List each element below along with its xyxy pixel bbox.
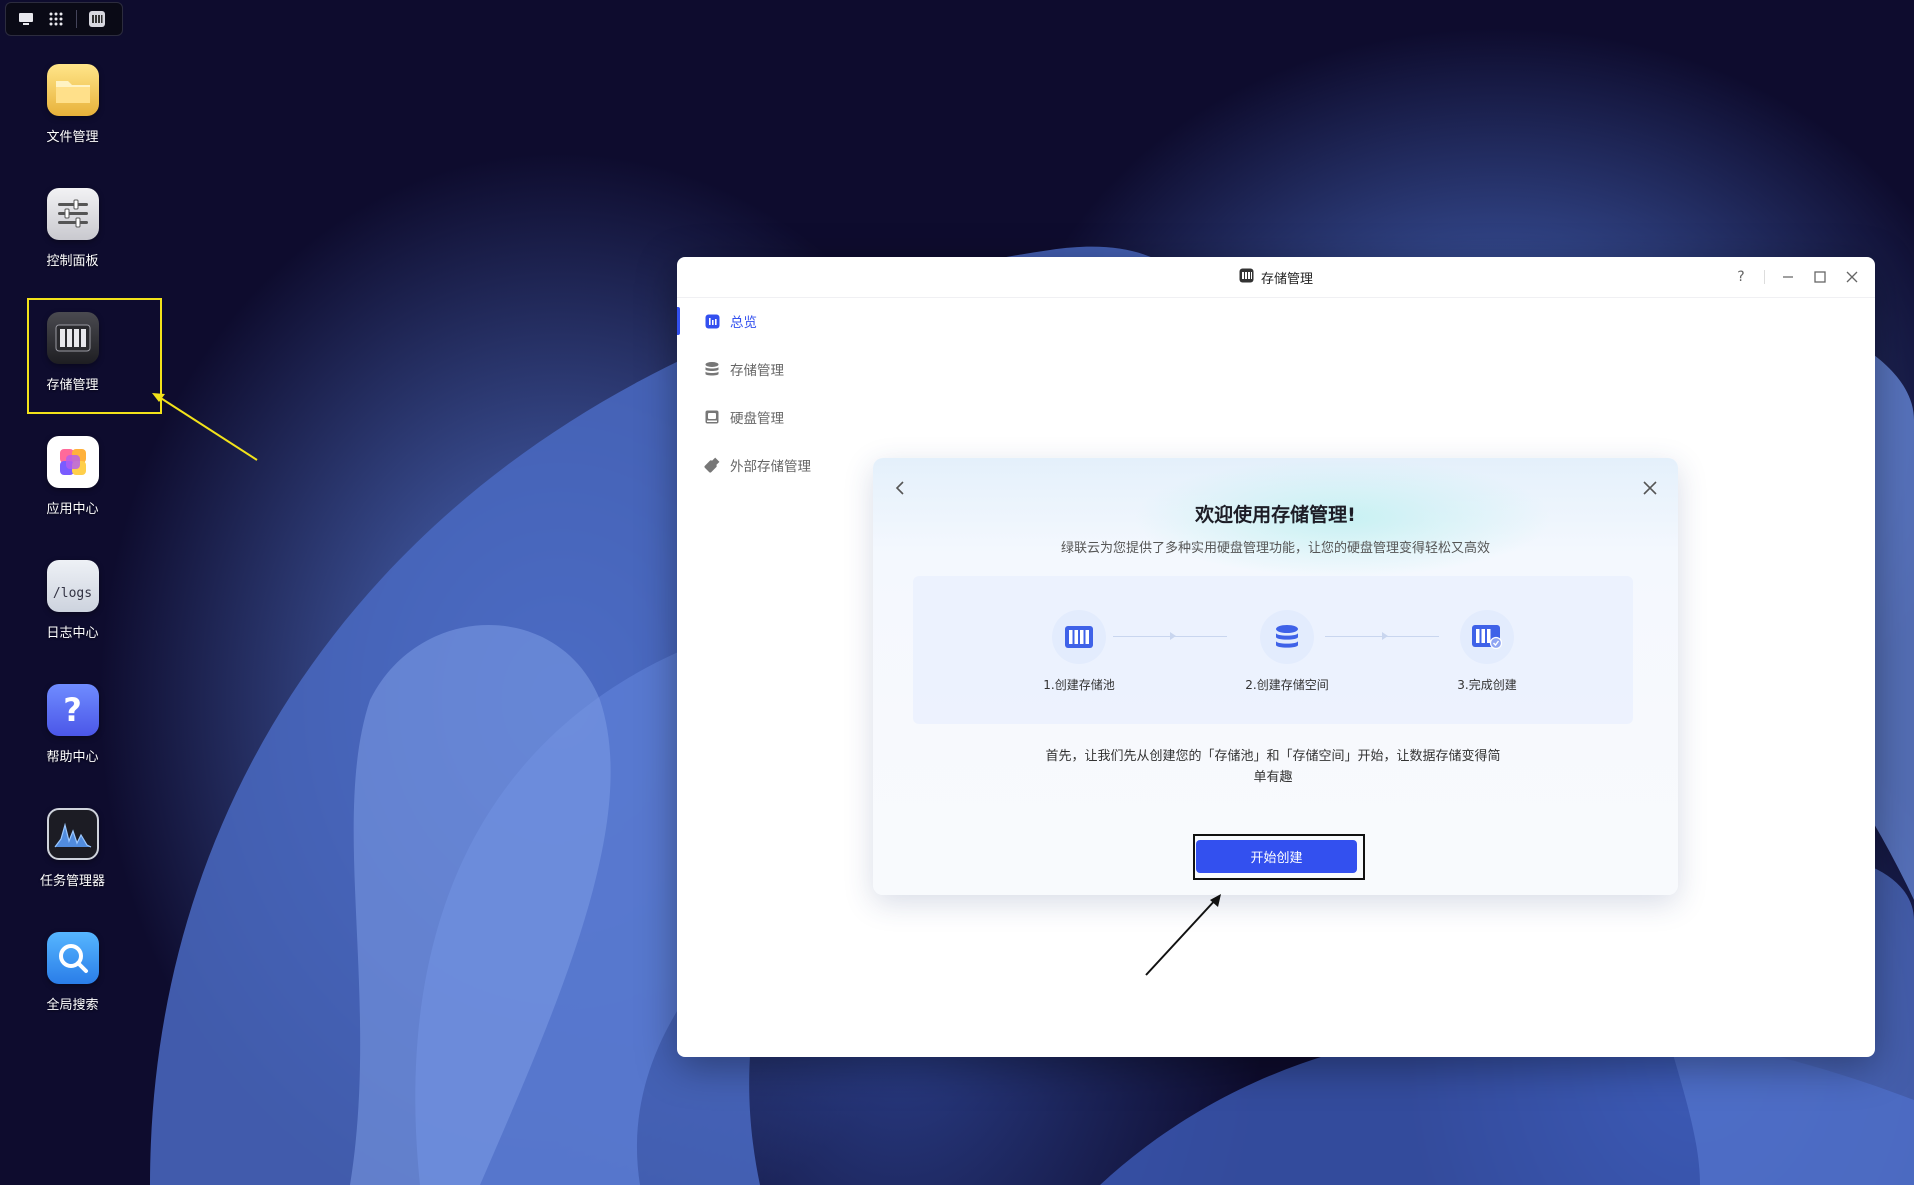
overview-icon	[704, 313, 720, 329]
database-icon	[704, 361, 720, 377]
storage-icon	[46, 312, 99, 364]
storage-app-icon	[1239, 268, 1254, 287]
desktop-app-search[interactable]: 全局搜索	[22, 932, 123, 1013]
desktop-app-task-manager[interactable]: 任务管理器	[22, 808, 123, 889]
start-create-button[interactable]: 开始创建	[1196, 840, 1357, 873]
folder-icon	[46, 64, 99, 116]
task-manager-icon	[46, 808, 99, 860]
yellow-annotation-arrow	[152, 393, 258, 461]
desktop-app-logs[interactable]: /logs 日志中心	[22, 560, 123, 641]
help-icon-text: ?	[63, 691, 82, 729]
window-title: 存储管理	[1260, 271, 1313, 287]
storage-app-icon[interactable]	[87, 9, 107, 29]
usb-icon	[704, 457, 720, 473]
taskbar-separator	[76, 10, 77, 28]
desktop-app-label: 文件管理	[46, 130, 99, 145]
step-connector	[1113, 632, 1227, 640]
dialog-title: 欢迎使用存储管理!	[1195, 504, 1356, 526]
dialog-description: 首先，让我们先从创建您的「存储池」和「存储空间」开始，让数据存储变得简单有趣	[1045, 749, 1501, 785]
sidebar-item-label: 总览	[730, 315, 757, 331]
apps-grid-icon[interactable]	[46, 9, 66, 29]
desktop-app-files[interactable]: 文件管理	[22, 64, 123, 145]
desktop-app-label: 任务管理器	[39, 874, 105, 889]
taskbar	[5, 2, 123, 36]
sidebar-item-label: 存储管理	[730, 363, 784, 379]
step-complete: 3.完成创建	[1417, 610, 1557, 693]
welcome-dialog: 欢迎使用存储管理! 绿联云为您提供了多种实用硬盘管理功能，让您的硬盘管理变得轻松…	[873, 458, 1678, 895]
desktop-app-label: 控制面板	[46, 254, 99, 269]
disk-icon	[704, 409, 720, 425]
step-create-space: 2.创建存储空间	[1217, 610, 1357, 693]
back-icon[interactable]	[891, 478, 911, 498]
sidebar-item-label: 硬盘管理	[730, 411, 784, 427]
sidebar-item-storage[interactable]: 存储管理	[677, 345, 847, 393]
step-label: 1.创建存储池	[1043, 678, 1115, 692]
step-label: 2.创建存储空间	[1245, 678, 1329, 692]
desktop-app-storage[interactable]: 存储管理	[22, 312, 123, 393]
desktop-app-label: 日志中心	[46, 626, 99, 641]
desktop-app-control-panel[interactable]: 控制面板	[22, 188, 123, 269]
desktop-app-label: 应用中心	[46, 502, 99, 517]
minimize-icon[interactable]	[1779, 268, 1797, 286]
logs-icon-text: /logs	[52, 585, 93, 601]
maximize-icon[interactable]	[1811, 268, 1829, 286]
desktop-app-help[interactable]: ? 帮助中心	[22, 684, 123, 765]
desktop-app-label: 全局搜索	[46, 998, 99, 1013]
titlebar-separator	[1764, 270, 1765, 284]
help-button[interactable]: ?	[1732, 268, 1750, 286]
app-center-icon	[46, 436, 99, 488]
sidebar-item-disk[interactable]: 硬盘管理	[677, 393, 847, 441]
desktop-app-app-center[interactable]: 应用中心	[22, 436, 123, 517]
close-icon[interactable]	[1640, 478, 1660, 498]
logs-icon: /logs	[46, 560, 99, 612]
step-create-pool: 1.创建存储池	[1009, 610, 1149, 693]
window-titlebar[interactable]: 存储管理 ?	[677, 257, 1875, 298]
sidebar-item-external-storage[interactable]: 外部存储管理	[677, 441, 847, 489]
desktop-app-label: 存储管理	[46, 378, 99, 393]
sidebar: 总览 存储管理 硬盘管理 外部存储管理	[677, 297, 847, 489]
search-icon	[46, 932, 99, 984]
storage-pool-icon	[1052, 610, 1106, 664]
sidebar-item-overview[interactable]: 总览	[677, 297, 847, 345]
steps-panel: 1.创建存储池 2.创建存储空间 3.完成创建	[913, 576, 1633, 724]
desktop-icon[interactable]	[16, 9, 36, 29]
close-icon[interactable]	[1843, 268, 1861, 286]
desktop-app-label: 帮助中心	[46, 750, 99, 765]
help-icon: ?	[46, 684, 99, 736]
step-label: 3.完成创建	[1457, 678, 1517, 692]
complete-icon	[1460, 610, 1514, 664]
sidebar-item-label: 外部存储管理	[730, 459, 811, 475]
storage-space-icon	[1260, 610, 1314, 664]
dialog-subtitle: 绿联云为您提供了多种实用硬盘管理功能，让您的硬盘管理变得轻松又高效	[1060, 541, 1490, 556]
sliders-icon	[46, 188, 99, 240]
